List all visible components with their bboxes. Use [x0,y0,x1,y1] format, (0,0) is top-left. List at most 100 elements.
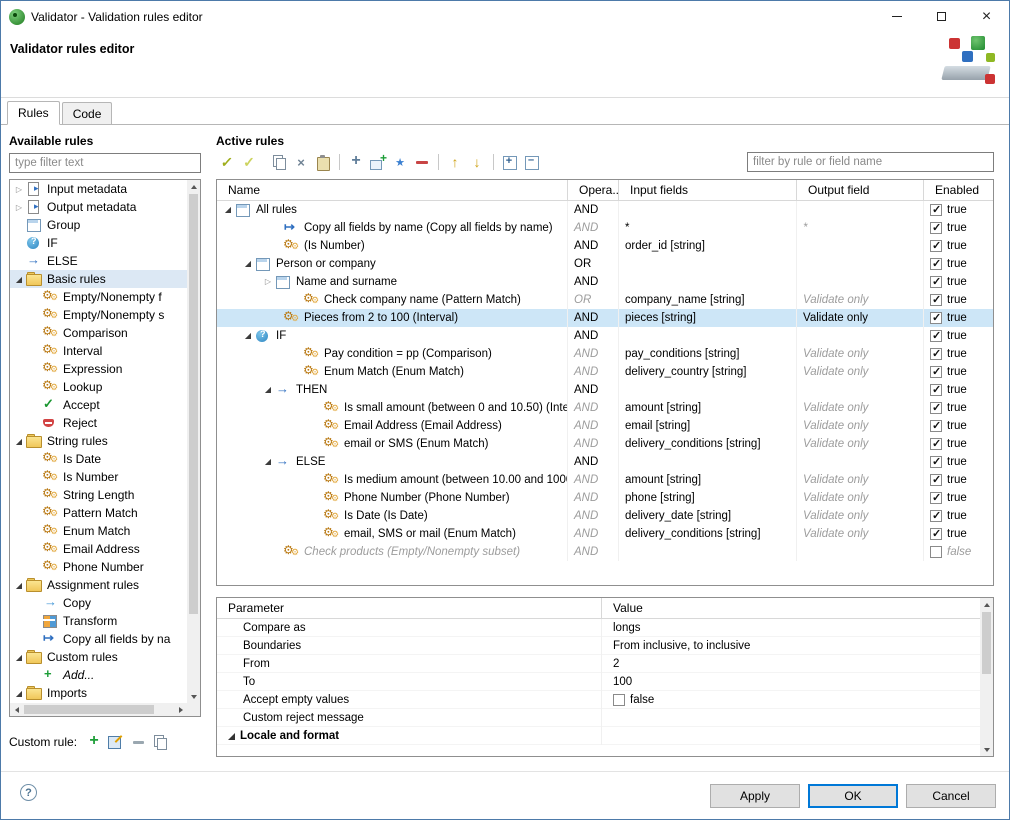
tree-item[interactable]: Custom rules [10,648,187,666]
parameter-row[interactable]: Compare aslongs [217,619,993,637]
tree-item[interactable]: Pattern Match [10,504,187,522]
parameter-row[interactable]: Custom reject message [217,709,993,727]
enabled-checkbox[interactable] [930,294,942,306]
tree-item[interactable]: Imports [10,684,187,702]
parameter-row[interactable]: To100 [217,673,993,691]
enabled-checkbox[interactable] [930,312,942,324]
rule-row[interactable]: email or SMS (Enum Match)ANDdelivery_con… [217,435,993,453]
tree-item[interactable]: Phone Number [10,558,187,576]
rule-row[interactable]: Pieces from 2 to 100 (Interval)ANDpieces… [217,309,993,327]
enabled-checkbox[interactable] [930,474,942,486]
rule-row[interactable]: (Is Number)ANDorder_id [string]true [217,237,993,255]
tree-item[interactable]: Add... [10,666,187,684]
edit-custom-rule-icon[interactable] [105,732,127,752]
section-twistie-icon[interactable] [228,733,235,740]
enabled-checkbox[interactable] [930,222,942,234]
rule-row[interactable]: Is medium amount (between 10.00 and 1000… [217,471,993,489]
scroll-down-icon[interactable] [980,743,993,756]
collapse-all-icon[interactable] [521,152,543,172]
tree-item[interactable]: ELSE [10,252,187,270]
expander-icon[interactable] [261,456,275,468]
paste-icon[interactable] [312,152,334,172]
tab-rules[interactable]: Rules [7,101,60,125]
enabled-checkbox[interactable] [930,492,942,504]
maximize-button[interactable] [919,1,964,32]
tree-vertical-scrollbar[interactable] [187,180,200,703]
rule-row[interactable]: Enum Match (Enum Match)ANDdelivery_count… [217,363,993,381]
remove-custom-rule-icon[interactable] [127,732,149,752]
rule-row[interactable]: THENANDtrue [217,381,993,399]
tree-item[interactable]: Empty/Nonempty f [10,288,187,306]
enabled-checkbox[interactable] [930,204,942,216]
scroll-down-icon[interactable] [187,690,200,703]
tree-item[interactable]: IF [10,234,187,252]
ok-button[interactable]: OK [808,784,898,808]
parameter-row[interactable]: From2 [217,655,993,673]
mark-icon[interactable] [238,152,260,172]
rule-wizard-icon[interactable] [389,152,411,172]
help-icon[interactable]: ? [20,784,37,801]
rule-row[interactable]: email, SMS or mail (Enum Match)ANDdelive… [217,525,993,543]
tree-item[interactable]: Copy all fields by na [10,630,187,648]
tree-item[interactable]: Accept [10,396,187,414]
enabled-checkbox[interactable] [930,240,942,252]
remove-rule-icon[interactable] [411,152,433,172]
scrollbar-thumb[interactable] [24,705,154,714]
available-filter-input[interactable] [9,153,201,173]
expander-icon[interactable] [12,182,26,196]
move-down-icon[interactable] [466,152,488,172]
tree-item[interactable]: Interval [10,342,187,360]
enabled-checkbox[interactable] [930,366,942,378]
scrollbar-thumb[interactable] [982,612,991,674]
expander-icon[interactable] [261,276,275,288]
tree-item[interactable]: Basic rules [10,270,187,288]
expander-icon[interactable] [241,258,255,270]
rule-row[interactable]: Is small amount (between 0 and 10.50) (I… [217,399,993,417]
rule-row[interactable]: Copy all fields by name (Copy all fields… [217,219,993,237]
parameter-checkbox[interactable] [613,694,625,706]
parameter-row[interactable]: BoundariesFrom inclusive, to inclusive [217,637,993,655]
scroll-left-icon[interactable] [10,703,23,716]
tree-item[interactable]: Enum Match [10,522,187,540]
apply-button[interactable]: Apply [710,784,800,808]
close-button[interactable] [964,1,1009,32]
rule-row[interactable]: Pay condition = pp (Comparison)ANDpay_co… [217,345,993,363]
rule-row[interactable]: Check products (Empty/Nonempty subset)AN… [217,543,993,561]
rule-row[interactable]: Is Date (Is Date)ANDdelivery_date [strin… [217,507,993,525]
enabled-checkbox[interactable] [930,546,942,558]
enabled-checkbox[interactable] [930,276,942,288]
expander-icon[interactable] [261,384,275,396]
tree-horizontal-scrollbar[interactable] [10,703,187,716]
tree-item[interactable]: Reject [10,414,187,432]
rule-row[interactable]: All rulesANDtrue [217,201,993,219]
enabled-checkbox[interactable] [930,456,942,468]
tree-item[interactable]: Group [10,216,187,234]
scroll-up-icon[interactable] [980,598,993,611]
expander-icon[interactable] [12,650,26,664]
tree-item[interactable]: Is Number [10,468,187,486]
enabled-checkbox[interactable] [930,330,942,342]
parameter-row[interactable]: Accept empty valuesfalse [217,691,993,709]
tree-item[interactable]: Expression [10,360,187,378]
parameter-row[interactable]: Locale and format [217,727,993,745]
rule-row[interactable]: ELSEANDtrue [217,453,993,471]
enabled-checkbox[interactable] [930,402,942,414]
add-custom-rule-icon[interactable] [83,732,105,752]
add-group-icon[interactable] [367,152,389,172]
enabled-checkbox[interactable] [930,348,942,360]
tree-item[interactable]: Input metadata [10,180,187,198]
enabled-checkbox[interactable] [930,438,942,450]
cancel-button[interactable]: Cancel [906,784,996,808]
tree-item[interactable]: String Length [10,486,187,504]
enabled-checkbox[interactable] [930,528,942,540]
tree-item[interactable]: Lookup [10,378,187,396]
tab-code[interactable]: Code [62,102,113,124]
enabled-checkbox[interactable] [930,420,942,432]
enabled-checkbox[interactable] [930,384,942,396]
rule-row[interactable]: Person or companyORtrue [217,255,993,273]
rules-filter-input[interactable] [747,152,994,172]
expander-icon[interactable] [12,434,26,448]
tree-item[interactable]: Empty/Nonempty s [10,306,187,324]
scroll-up-icon[interactable] [187,180,200,193]
move-up-icon[interactable] [444,152,466,172]
